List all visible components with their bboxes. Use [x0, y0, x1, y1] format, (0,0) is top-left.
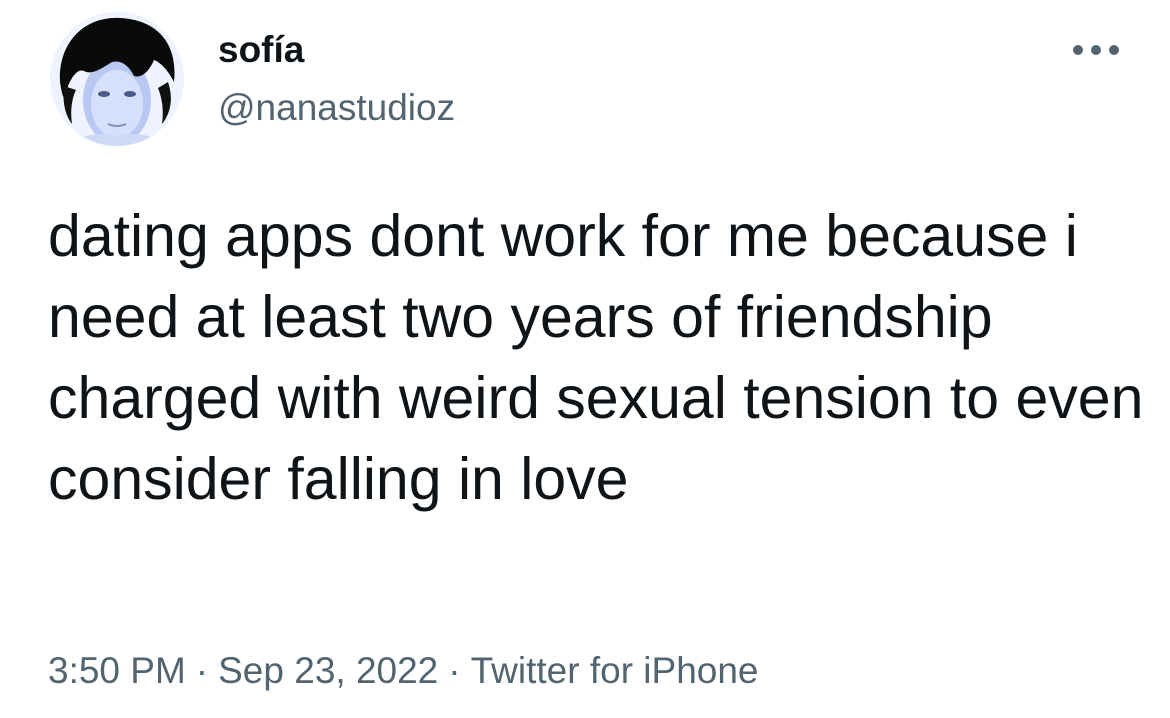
- profile-photo-icon: [50, 12, 184, 146]
- tweet-date[interactable]: Sep 23, 2022: [218, 650, 438, 691]
- tweet-metadata: 3:50 PM · Sep 23, 2022 · Twitter for iPhone: [48, 647, 759, 695]
- separator: ·: [448, 650, 461, 691]
- tweet-time[interactable]: 3:50 PM: [48, 650, 186, 691]
- more-horizontal-icon: [1073, 45, 1119, 55]
- more-options-button[interactable]: [1064, 30, 1128, 70]
- user-handle[interactable]: @nanastudioz: [218, 86, 455, 130]
- separator: ·: [195, 650, 209, 691]
- display-name[interactable]: sofía: [218, 28, 304, 72]
- tweet-card: sofía @nanastudioz dating apps dont work…: [0, 0, 1170, 718]
- tweet-text: dating apps dont work for me because i n…: [48, 203, 1144, 512]
- avatar[interactable]: [50, 12, 184, 146]
- tweet-source[interactable]: Twitter for iPhone: [471, 650, 759, 691]
